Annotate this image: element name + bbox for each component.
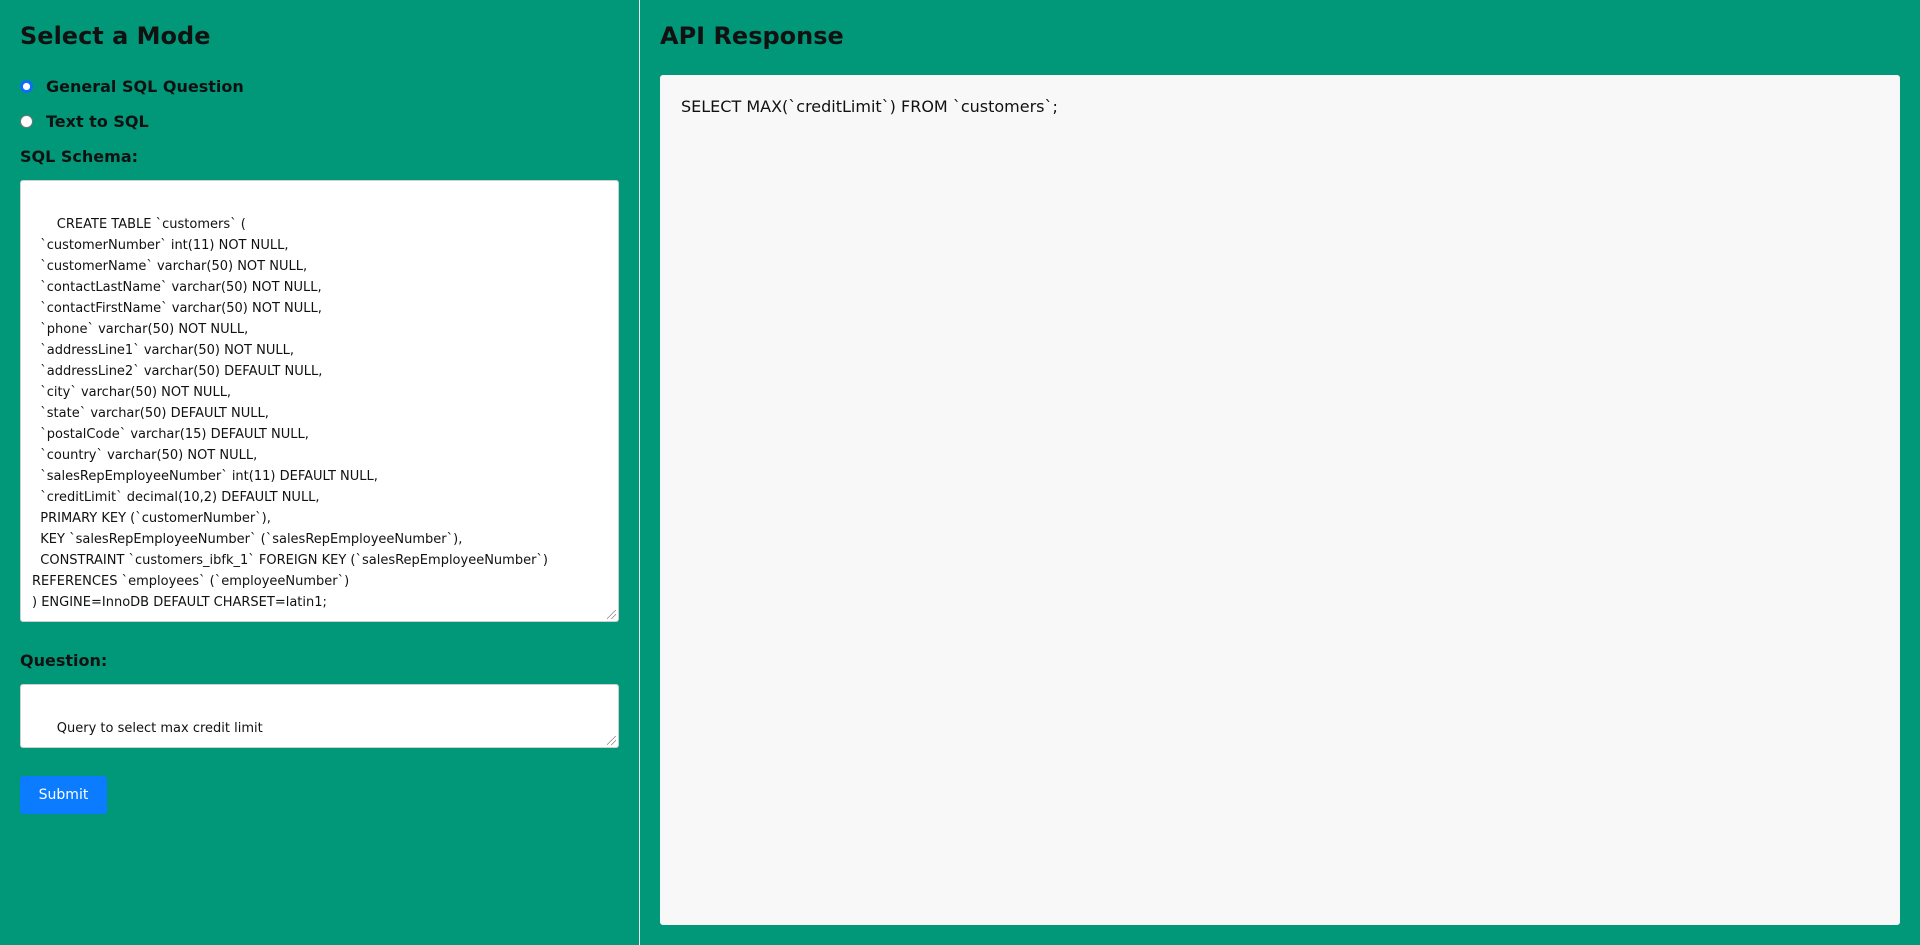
mode-option-text-to-sql[interactable]: Text to SQL [20, 112, 149, 131]
app-root: Select a Mode General SQL Question Text … [0, 0, 1920, 945]
response-panel: API Response SELECT MAX(`creditLimit`) F… [640, 0, 1920, 945]
schema-text: CREATE TABLE `customers` ( `customerNumb… [32, 217, 548, 610]
mode-panel: Select a Mode General SQL Question Text … [0, 0, 639, 945]
resize-handle-icon[interactable] [607, 736, 616, 745]
api-response-text: SELECT MAX(`creditLimit`) FROM `customer… [681, 97, 1058, 116]
mode-option-label: General SQL Question [46, 77, 244, 96]
api-response-box: SELECT MAX(`creditLimit`) FROM `customer… [660, 75, 1900, 925]
schema-textarea[interactable]: CREATE TABLE `customers` ( `customerNumb… [20, 180, 619, 622]
mode-option-general-sql[interactable]: General SQL Question [20, 77, 244, 96]
mode-option-label: Text to SQL [46, 112, 149, 131]
mode-panel-title: Select a Mode [20, 22, 211, 50]
question-text: Query to select max credit limit [56, 721, 263, 736]
radio-general-sql[interactable] [20, 80, 33, 93]
schema-label: SQL Schema: [20, 147, 139, 166]
response-panel-title: API Response [660, 22, 844, 50]
resize-handle-icon[interactable] [607, 610, 616, 619]
question-label: Question: [20, 651, 108, 670]
question-textarea[interactable]: Query to select max credit limit [20, 684, 619, 748]
submit-button[interactable]: Submit [20, 776, 107, 814]
radio-text-to-sql[interactable] [20, 115, 33, 128]
